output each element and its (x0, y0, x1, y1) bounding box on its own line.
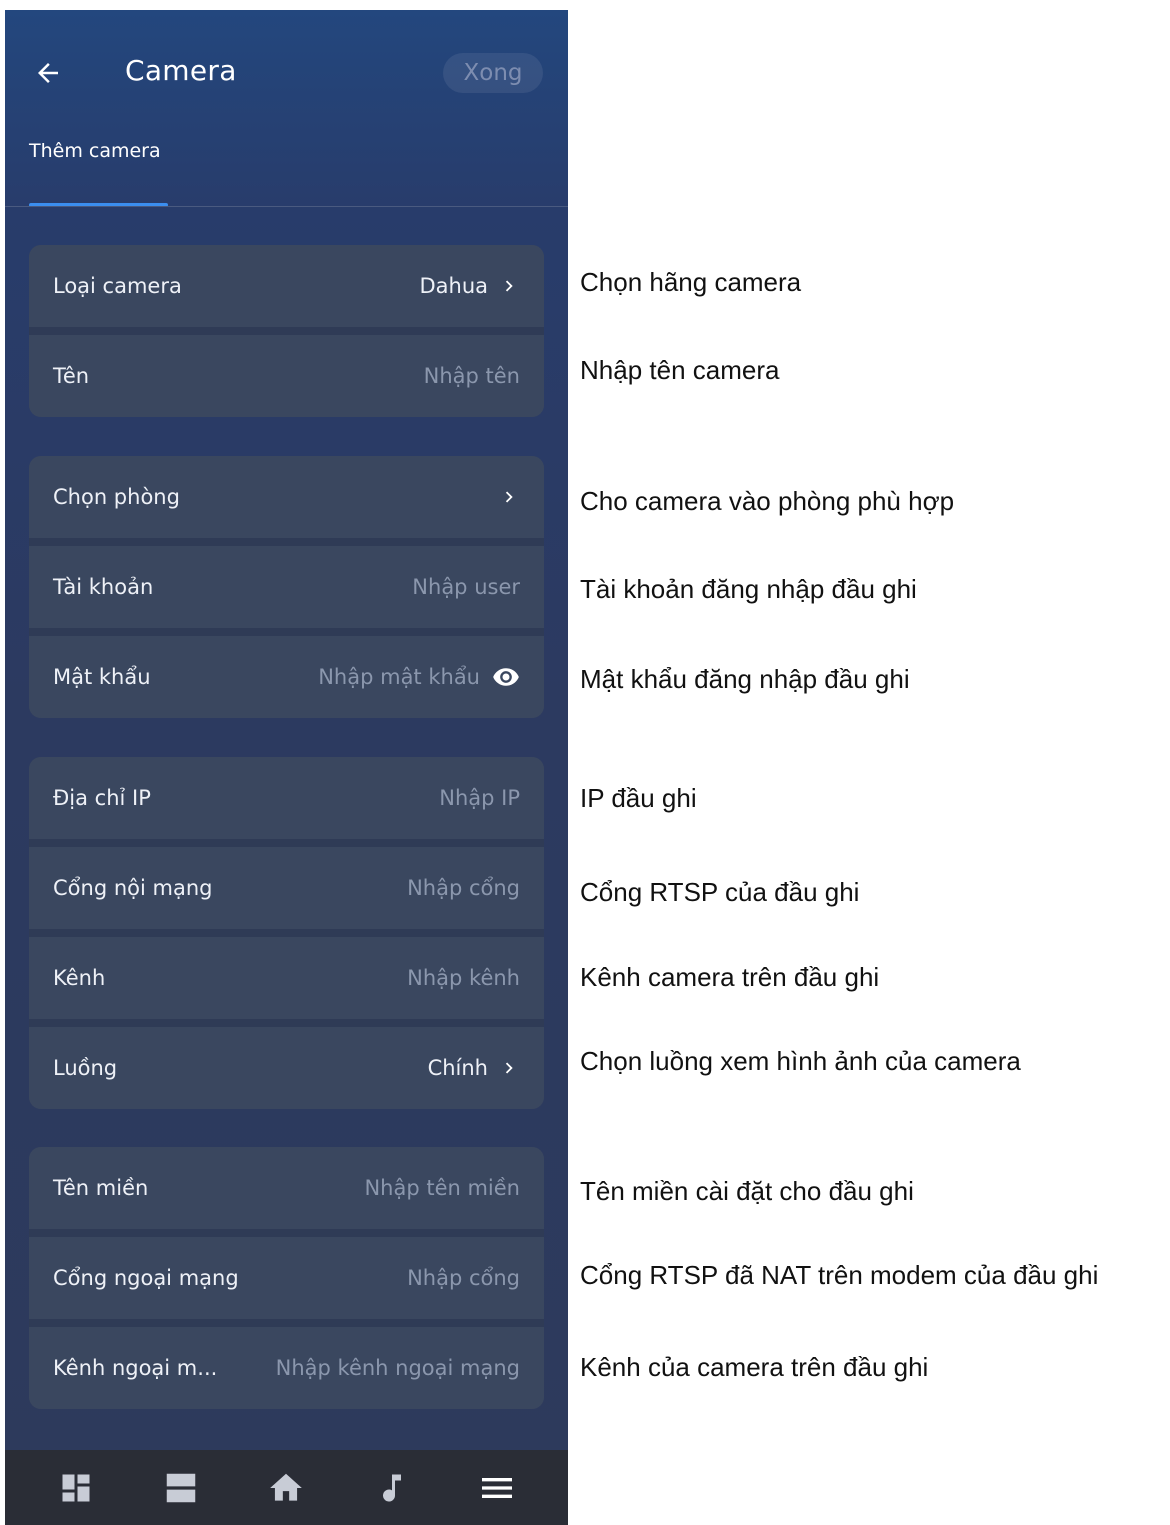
row-value-text: Nhập mật khẩu (318, 665, 480, 689)
tab-add-camera[interactable]: Thêm camera (29, 140, 161, 162)
header-divider (5, 206, 568, 207)
nav-menu[interactable] (477, 1468, 517, 1508)
bottom-nav (5, 1450, 568, 1525)
music-note-icon (382, 1474, 401, 1502)
row-value-text: Dahua (419, 274, 488, 298)
row-value[interactable]: Dahua (419, 274, 520, 298)
form-row[interactable]: Loại camera Dahua (29, 245, 544, 327)
annotation-text: Tài khoản đăng nhập đầu ghi (580, 574, 917, 604)
row-value-text: Nhập cổng (407, 1266, 520, 1290)
page-title: Camera (125, 54, 237, 87)
annotation-text: Tên miền cài đặt cho đầu ghi (580, 1176, 914, 1206)
annotation-text: Cho camera vào phòng phù hợp (580, 486, 955, 516)
form-row[interactable]: Tên Nhập tên (29, 335, 544, 417)
form-row[interactable]: Tên miền Nhập tên miền (29, 1147, 544, 1229)
annotation-text: Chọn hãng camera (580, 267, 802, 297)
row-value[interactable]: Nhập tên (424, 364, 520, 388)
row-value[interactable]: Chính (428, 1056, 520, 1080)
done-button[interactable]: Xong (443, 53, 543, 93)
row-chevron (498, 486, 520, 508)
row-separator (29, 929, 544, 937)
row-separator (29, 538, 544, 546)
row-value[interactable]: Nhập kênh (407, 966, 520, 990)
nav-rooms[interactable] (161, 1468, 201, 1508)
row-value-text: Nhập kênh (407, 966, 520, 990)
row-value[interactable]: Nhập tên miền (364, 1176, 520, 1200)
annotation-text: IP đầu ghi (580, 783, 697, 813)
row-label: Địa chỉ IP (53, 786, 151, 810)
row-separator (29, 327, 544, 335)
form-row[interactable]: Kênh Nhập kênh (29, 937, 544, 1019)
nav-home[interactable] (266, 1468, 306, 1508)
form-row[interactable]: Chọn phòng (29, 456, 544, 538)
form-card: Tên miền Nhập tên miền Cổng ngoại mạng Nhập… (29, 1147, 544, 1409)
home-icon (270, 1473, 303, 1501)
row-separator (29, 839, 544, 847)
form-row[interactable]: Tài khoản Nhập user (29, 546, 544, 628)
row-label: Cổng ngoại mạng (53, 1266, 239, 1290)
row-label: Kênh (53, 966, 106, 990)
row-separator (29, 1229, 544, 1237)
row-separator (29, 628, 544, 636)
annotation-text: Nhập tên camera (580, 355, 780, 385)
row-value-text: Nhập cổng (407, 876, 520, 900)
form-row[interactable]: Cổng ngoại mạng Nhập cổng (29, 1237, 544, 1319)
form-row[interactable]: Địa chỉ IP Nhập IP (29, 757, 544, 839)
row-separator (29, 1019, 544, 1027)
form-row[interactable]: Cổng nội mạng Nhập cổng (29, 847, 544, 929)
row-value-text: Nhập tên (423, 364, 520, 388)
row-value[interactable]: Nhập user (412, 575, 520, 599)
row-value[interactable]: Nhập kênh ngoại mạng (276, 1356, 520, 1380)
row-chevron (498, 1057, 520, 1079)
chevron-right-icon (505, 1062, 513, 1074)
row-value-text: Nhập IP (439, 786, 520, 810)
form-card: Chọn phòng Tài khoản Nhập user Mật khẩu Nhập… (29, 456, 544, 718)
row-label: Tên (53, 364, 90, 388)
row-value-text: Nhập kênh ngoại mạng (275, 1356, 520, 1380)
back-button[interactable] (31, 56, 65, 90)
row-value[interactable]: Nhập mật khẩu (318, 663, 520, 691)
row-label: Cổng nội mạng (53, 876, 213, 900)
row-separator (29, 1319, 544, 1327)
row-label: Tên miền (53, 1176, 149, 1200)
row-label: Kênh ngoại m... (53, 1356, 218, 1380)
annotation-text: Kênh camera trên đầu ghi (580, 962, 880, 992)
phone-screen: Camera Xong Thêm camera Loại camera Dahua… (5, 10, 568, 1525)
form-card: Địa chỉ IP Nhập IP Cổng nội mạng Nhập cổng K… (29, 757, 544, 1109)
dashboard-icon (62, 1474, 90, 1501)
annotation-text: Cổng RTSP đã NAT trên modem của đầu ghi (580, 1260, 1099, 1290)
chevron-right-icon (505, 491, 513, 503)
row-value-text: Nhập user (412, 575, 520, 599)
row-label: Chọn phòng (53, 485, 180, 509)
annotation-text: Mật khẩu đăng nhập đầu ghi (580, 664, 910, 694)
view-agenda-icon (166, 1473, 196, 1502)
annotation-text: Kênh của camera trên đầu ghi (580, 1352, 929, 1382)
row-label: Luồng (53, 1056, 118, 1080)
chevron-right-icon (505, 280, 513, 292)
form-row[interactable]: Luồng Chính (29, 1027, 544, 1109)
annotation-text: Chọn luồng xem hình ảnh của camera (580, 1046, 1021, 1076)
row-value[interactable]: Nhập IP (439, 786, 520, 810)
nav-music[interactable] (372, 1468, 412, 1508)
row-value-text: Nhập tên miền (364, 1176, 520, 1200)
row-label: Loại camera (53, 274, 182, 298)
show-password-toggle[interactable] (492, 663, 520, 691)
form-row[interactable]: Mật khẩu Nhập mật khẩu (29, 636, 544, 718)
annotation-text: Cổng RTSP của đầu ghi (580, 877, 860, 907)
row-label: Tài khoản (53, 575, 154, 599)
form-card: Loại camera Dahua Tên Nhập tên (29, 245, 544, 417)
nav-dashboard[interactable] (56, 1468, 96, 1508)
row-chevron (498, 275, 520, 297)
form-row[interactable]: Kênh ngoại m... Nhập kênh ngoại mạng (29, 1327, 544, 1409)
menu-icon (482, 1477, 513, 1498)
row-value-text: Chính (427, 1056, 488, 1080)
row-label: Mật khẩu (53, 665, 151, 689)
row-value[interactable] (488, 486, 520, 508)
arrow-left-icon (38, 63, 58, 83)
row-value[interactable]: Nhập cổng (407, 1266, 520, 1290)
eye-icon (493, 668, 519, 686)
row-value[interactable]: Nhập cổng (407, 876, 520, 900)
